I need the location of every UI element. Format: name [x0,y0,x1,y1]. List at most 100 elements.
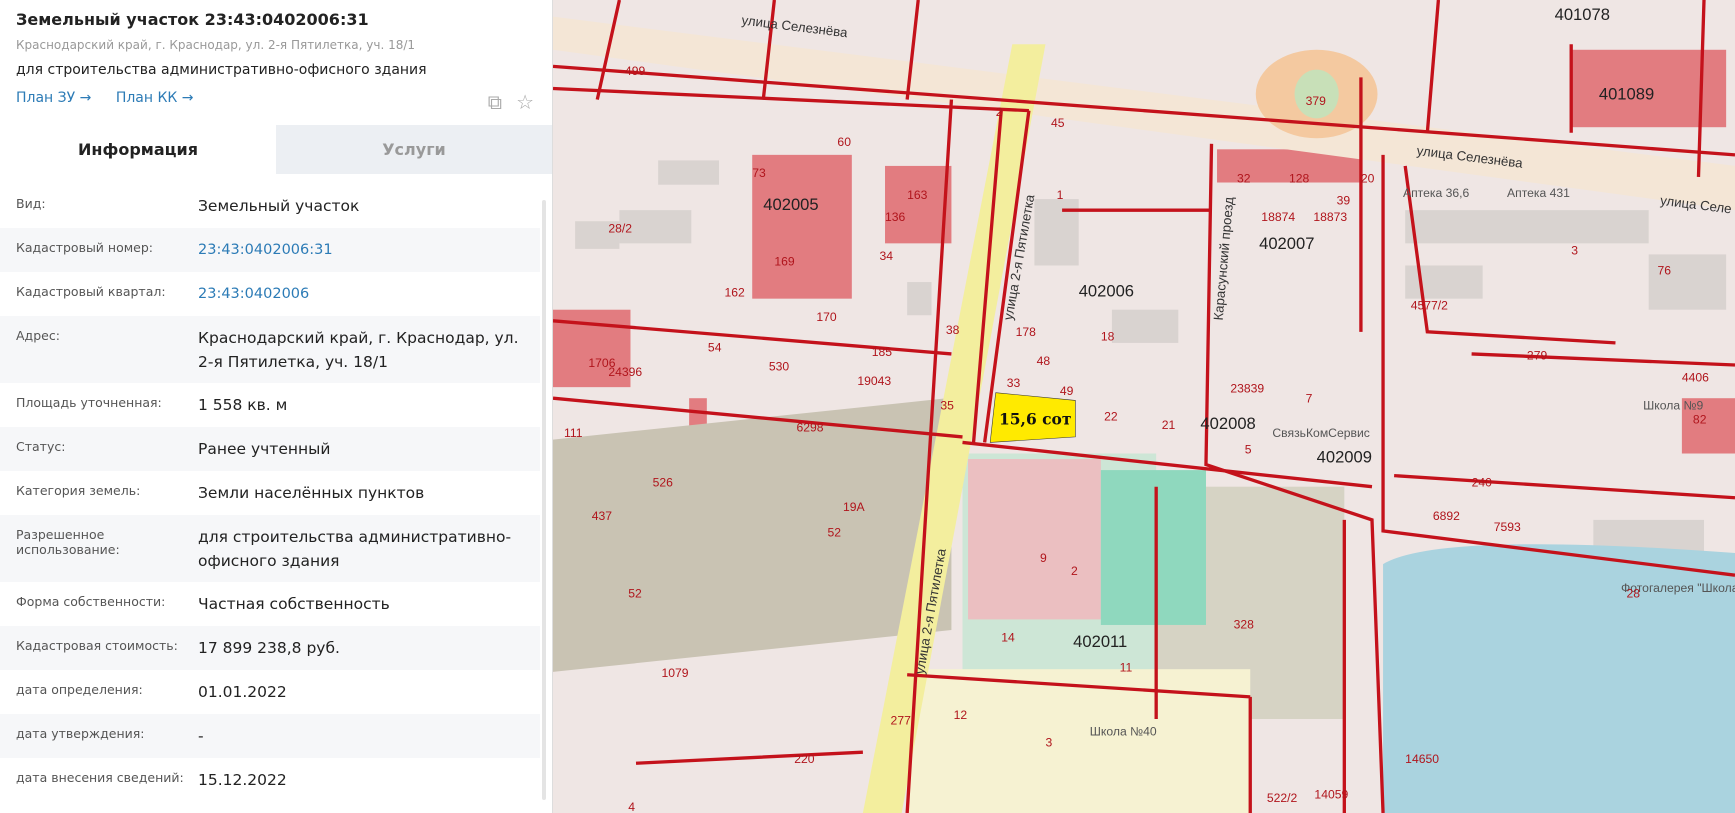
map-label: Аптека 36,6 [1403,186,1470,200]
map-label: 4406 [1682,371,1709,385]
quarter-label: 402011 [1073,632,1127,651]
map-label: 14059 [1314,788,1348,802]
map-label: 7 [1306,392,1313,406]
map-label: 82 [1693,413,1707,427]
info-row-value: Краснодарский край, г. Краснодар, ул. 2-… [198,329,519,371]
info-row-value: 17 899 238,8 руб. [198,639,340,657]
park-area [553,397,952,672]
map-label: 162 [725,285,746,299]
map-label: 21 [1162,418,1176,432]
map-label: 437 [592,509,613,523]
info-row: Вид: Земельный участок [0,184,540,228]
info-row: дата утверждения: - [0,714,540,758]
map-label: 19А [843,500,866,514]
map-label: 5 [1245,443,1252,457]
plan-kk-link[interactable]: План КК → [116,90,194,106]
school-yard [907,669,1251,813]
map-label: 220 [794,752,815,766]
quarter-label: 402007 [1259,234,1314,253]
map-label: 185 [872,345,893,359]
quarter-label: 402006 [1079,281,1134,300]
field-red [968,459,1101,620]
field-green [1100,470,1206,625]
map-label: 328 [1234,617,1255,631]
map-label: 499 [625,64,646,78]
map-label: 7593 [1494,520,1521,534]
map-label: 22 [1104,409,1118,423]
map-label: 11 [1120,660,1133,674]
parcel-header: Земельный участок 23:43:0402006:31 Красн… [0,0,552,125]
map-label: 24396 [608,365,642,379]
info-row-label: Кадастровая стоимость: [16,638,178,653]
map-label: 28 [1627,586,1641,600]
map-label: 73 [752,166,766,180]
map-label: 18874 [1261,210,1295,224]
info-row-value: - [198,727,204,745]
map-label: 2 [996,105,1003,119]
map-label: 111 [564,426,583,440]
map-label: 39 [1337,194,1351,208]
info-row-value: 01.01.2022 [198,683,287,701]
tab-services[interactable]: Услуги [276,125,552,174]
map-label: 6298 [796,420,823,434]
info-row: Кадастровый квартал: 23:43:0402006 [0,272,540,316]
info-row: дата внесения сведений: 15.12.2022 [0,758,540,802]
search-document-icon[interactable]: ⧉ [488,90,502,114]
map-label: 128 [1289,172,1310,186]
info-row-label: Статус: [16,439,66,454]
cadastral-map[interactable]: 15,6 сот улица Селезнёваулица Селезнёвау… [553,0,1735,813]
scrollbar[interactable] [542,200,546,800]
info-row-label: Кадастровый номер: [16,240,153,255]
map-label: 1 [1057,188,1064,202]
map-label: 14650 [1405,752,1439,766]
map-label: 52 [628,586,642,600]
info-row-link[interactable]: 23:43:0402006:31 [198,238,524,272]
info-row-label: Категория земель: [16,483,141,498]
map-label: 32 [1237,172,1251,186]
info-row-value: Частная собственность [198,595,390,613]
map-label: 18873 [1313,210,1347,224]
map-label: 23839 [1230,382,1264,396]
quarter-label: 401078 [1555,5,1610,24]
map-label: 60 [837,135,851,149]
map-label: 170 [816,310,837,324]
info-row-label: дата внесения сведений: [16,770,184,785]
map-label: 12 [954,708,968,722]
info-row-value: Земли населённых пунктов [198,484,425,502]
map-label: 9 [1040,551,1047,565]
info-row-value: Ранее учтенный [198,440,331,458]
info-row: дата определения: 01.01.2022 [0,670,540,714]
info-row-label: Кадастровый квартал: [16,284,166,299]
map-label: Школа №40 [1090,725,1157,739]
info-row-value: 1 558 кв. м [198,396,288,414]
map-label: 163 [907,188,928,202]
info-row-label: Адрес: [16,328,60,343]
map-label: 4577/2 [1411,299,1448,313]
info-row-value: Земельный участок [198,197,360,215]
quarter-label: 402005 [763,195,818,214]
plan-zu-link[interactable]: План ЗУ → [16,90,91,106]
map-label: Школа №9 [1643,398,1703,412]
map-label: 3 [1046,736,1053,750]
info-row: Площадь уточненная: 1 558 кв. м [0,383,540,427]
info-row-link[interactable]: 23:43:0402006 [198,282,524,316]
map-label: 3 [1571,243,1578,257]
map-label: 20 [1361,172,1375,186]
map-label: 4 [628,800,635,813]
map-label: 19043 [857,374,891,388]
tab-info[interactable]: Информация [0,125,276,174]
quarter-label: 401089 [1599,85,1654,104]
info-row-label: дата определения: [16,682,143,697]
info-row: Кадастровый номер: 23:43:0402006:31 [0,228,540,272]
selected-parcel-area: 15,6 сот [999,410,1071,429]
parcel-address: Краснодарский край, г. Краснодар, ул. 2-… [16,38,416,52]
map-label: 76 [1658,263,1672,277]
map-label: 38 [946,323,960,337]
map-label: 6892 [1433,509,1460,523]
star-icon[interactable]: ☆ [516,90,534,114]
info-row-value: для строительства административно-офисно… [198,528,512,570]
info-row: Кадастровая стоимость: 17 899 238,8 руб. [0,626,540,670]
map-label: 34 [879,249,893,263]
info-row-label: Площадь уточненная: [16,395,162,410]
map-label: 14 [1001,631,1015,645]
